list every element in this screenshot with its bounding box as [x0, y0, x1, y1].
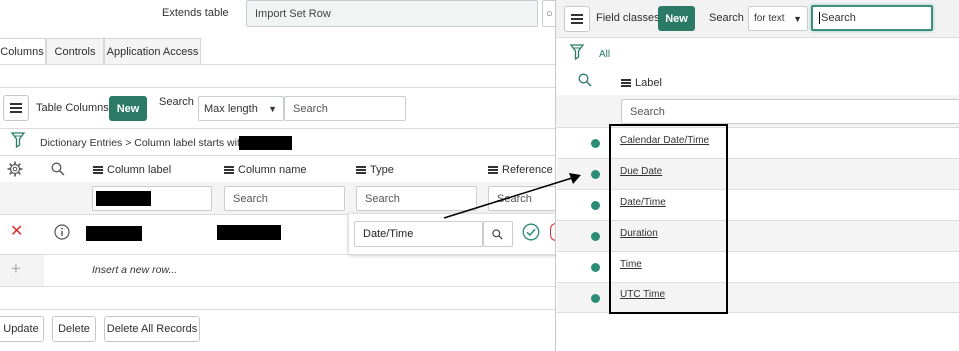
field-classes-search-label: Search	[709, 12, 744, 24]
section-divider	[0, 87, 555, 88]
filter-icon[interactable]	[570, 44, 584, 60]
field-classes-new-button[interactable]: New	[658, 6, 695, 31]
status-dot-icon	[591, 263, 600, 272]
status-dot-icon	[591, 201, 600, 210]
extends-table-label: Extends table	[162, 7, 229, 19]
field-classes-search-field-value: for text	[754, 13, 785, 24]
breadcrumb-divider	[0, 155, 555, 156]
field-classes-search-placeholder: Search	[821, 12, 856, 24]
filter-icon[interactable]	[11, 132, 25, 148]
header-type-text: Type	[370, 164, 394, 176]
delete-row-icon[interactable]: ✕	[10, 224, 23, 240]
annotation-arrow	[443, 173, 581, 219]
column-menu-icon	[621, 79, 631, 87]
add-row-plus-icon[interactable]: +	[11, 259, 21, 279]
field-classes-search-field-select[interactable]: for text ▼	[748, 6, 808, 31]
search-icon[interactable]	[51, 162, 65, 176]
update-button[interactable]: Update	[0, 316, 44, 342]
field-classes-filter-input[interactable]: Search	[621, 99, 959, 124]
tabs-divider	[0, 64, 555, 65]
header-label-text: Label	[635, 77, 662, 89]
extends-table-field[interactable]: Import Set Row	[246, 0, 538, 27]
caret-down-icon: ▼	[793, 13, 802, 24]
header-column-name-text: Column name	[238, 164, 307, 176]
info-icon[interactable]	[54, 224, 70, 240]
type-edit-input[interactable]: Date/Time	[354, 221, 483, 247]
columns-new-button[interactable]: New	[109, 96, 147, 121]
table-columns-title: Table Columns	[36, 102, 109, 114]
tab-columns[interactable]: Columns	[0, 38, 46, 65]
search-icon	[492, 228, 503, 240]
header-column-label[interactable]: Column label	[93, 164, 171, 176]
header-label[interactable]: Label	[621, 77, 662, 89]
columns-search-placeholder: Search	[293, 102, 328, 115]
delete-all-records-button[interactable]: Delete All Records	[104, 316, 200, 342]
columns-menu-button[interactable]	[3, 95, 29, 121]
filter-placeholder: Search	[365, 192, 400, 205]
row-divider	[0, 254, 555, 255]
save-check-icon[interactable]	[522, 223, 540, 241]
row-divider	[0, 286, 555, 287]
filter-column-name-input[interactable]: Search	[224, 186, 345, 211]
columns-search-label: Search	[159, 96, 194, 108]
tab-columns-label: Columns	[0, 46, 44, 58]
redacted-breadcrumb-value	[239, 136, 292, 150]
field-classes-title: Field classes	[596, 12, 660, 24]
status-dot-icon	[591, 232, 600, 241]
columns-search-field-value: Max length	[204, 102, 258, 115]
highlight-box	[609, 124, 728, 314]
breadcrumb[interactable]: Dictionary Entries > Column label starts…	[40, 137, 246, 149]
search-icon[interactable]	[578, 73, 592, 87]
text-cursor	[819, 12, 820, 24]
search-icon: ○	[546, 7, 553, 20]
tab-controls[interactable]: Controls	[46, 38, 104, 64]
tab-controls-label: Controls	[54, 45, 96, 58]
extends-table-value: Import Set Row	[255, 7, 331, 20]
columns-search-input[interactable]: Search	[284, 96, 406, 121]
header-type[interactable]: Type	[356, 164, 394, 176]
filter-placeholder: Search	[233, 192, 268, 205]
tab-application-access-label: Application Access	[106, 45, 199, 58]
hamburger-icon	[571, 14, 583, 24]
all-breadcrumb[interactable]: All	[599, 49, 610, 60]
tab-application-access[interactable]: Application Access	[104, 38, 201, 64]
caret-down-icon: ▼	[268, 103, 277, 114]
column-menu-icon	[224, 166, 234, 174]
insert-new-row[interactable]: Insert a new row...	[92, 264, 177, 276]
status-dot-icon	[591, 294, 600, 303]
insert-row-bg	[0, 255, 44, 286]
status-dot-icon	[591, 170, 600, 179]
redacted-column-name	[217, 225, 281, 240]
column-menu-icon	[356, 166, 366, 174]
header-column-name[interactable]: Column name	[224, 164, 306, 176]
header-column-label-text: Column label	[107, 164, 172, 176]
column-menu-icon	[93, 166, 103, 174]
type-edit-value: Date/Time	[363, 228, 414, 240]
columns-search-field-select[interactable]: Max length ▼	[198, 96, 284, 121]
table-bottom-divider	[0, 309, 555, 310]
field-classes-search-input[interactable]: Search	[811, 5, 933, 31]
field-classes-menu-button[interactable]	[564, 6, 590, 32]
redacted-filter-value	[96, 191, 151, 206]
delete-button[interactable]: Delete	[52, 316, 96, 342]
redacted-column-label	[86, 226, 142, 241]
type-lookup-button[interactable]	[483, 221, 513, 247]
toolbar-divider	[0, 128, 555, 129]
hamburger-icon	[10, 103, 22, 113]
gear-icon[interactable]	[7, 161, 23, 177]
status-dot-icon	[591, 139, 600, 148]
filter-placeholder: Search	[630, 105, 665, 118]
